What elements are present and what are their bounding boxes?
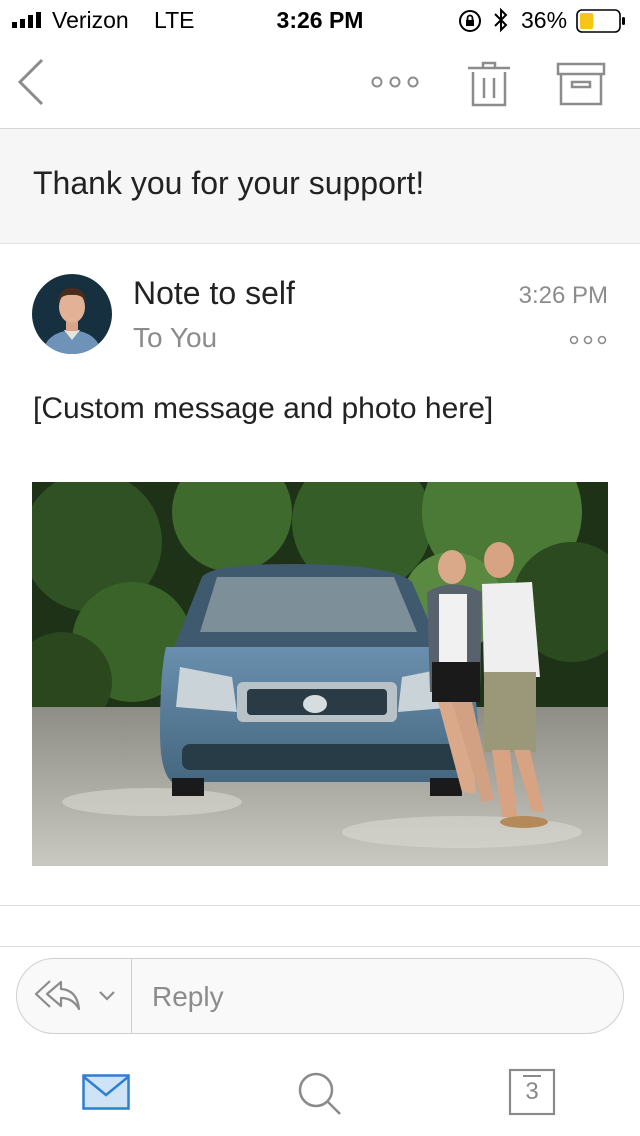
message-body: [Custom message and photo here] (33, 392, 494, 425)
email-subject: Thank you for your support! (33, 165, 425, 201)
sender-name: Note to self (133, 275, 295, 311)
status-bar: Verizon LTE 3:26 PM 36% (0, 0, 640, 40)
reply-input[interactable]: Reply (152, 981, 224, 1013)
battery-icon (576, 9, 625, 33)
rotation-lock-icon (459, 10, 481, 32)
avatar-image (32, 274, 112, 354)
bluetooth-icon (494, 7, 508, 33)
recipient-line: To You (133, 322, 218, 353)
mail-icon[interactable] (82, 1074, 130, 1110)
reply-bar: Reply (16, 958, 624, 1034)
reply-all-icon (34, 980, 81, 1011)
divider (0, 946, 640, 947)
avatar[interactable] (32, 274, 112, 354)
email-photo[interactable] (32, 482, 608, 866)
subject-header: Thank you for your support! (0, 129, 640, 244)
chevron-down-icon (99, 991, 115, 1001)
battery-percent: 36% (521, 7, 568, 33)
message-time: 3:26 PM (518, 282, 608, 309)
back-chevron-icon[interactable] (14, 56, 50, 108)
reply-options-button[interactable] (17, 959, 132, 1033)
search-icon[interactable] (296, 1070, 342, 1116)
more-icon[interactable] (368, 70, 422, 94)
trash-icon[interactable] (466, 60, 512, 108)
archive-icon[interactable] (556, 62, 606, 106)
email-toolbar (0, 40, 640, 129)
divider (0, 905, 640, 906)
message-more-icon[interactable] (568, 330, 608, 350)
calendar-day-number: 3 (525, 1078, 539, 1105)
